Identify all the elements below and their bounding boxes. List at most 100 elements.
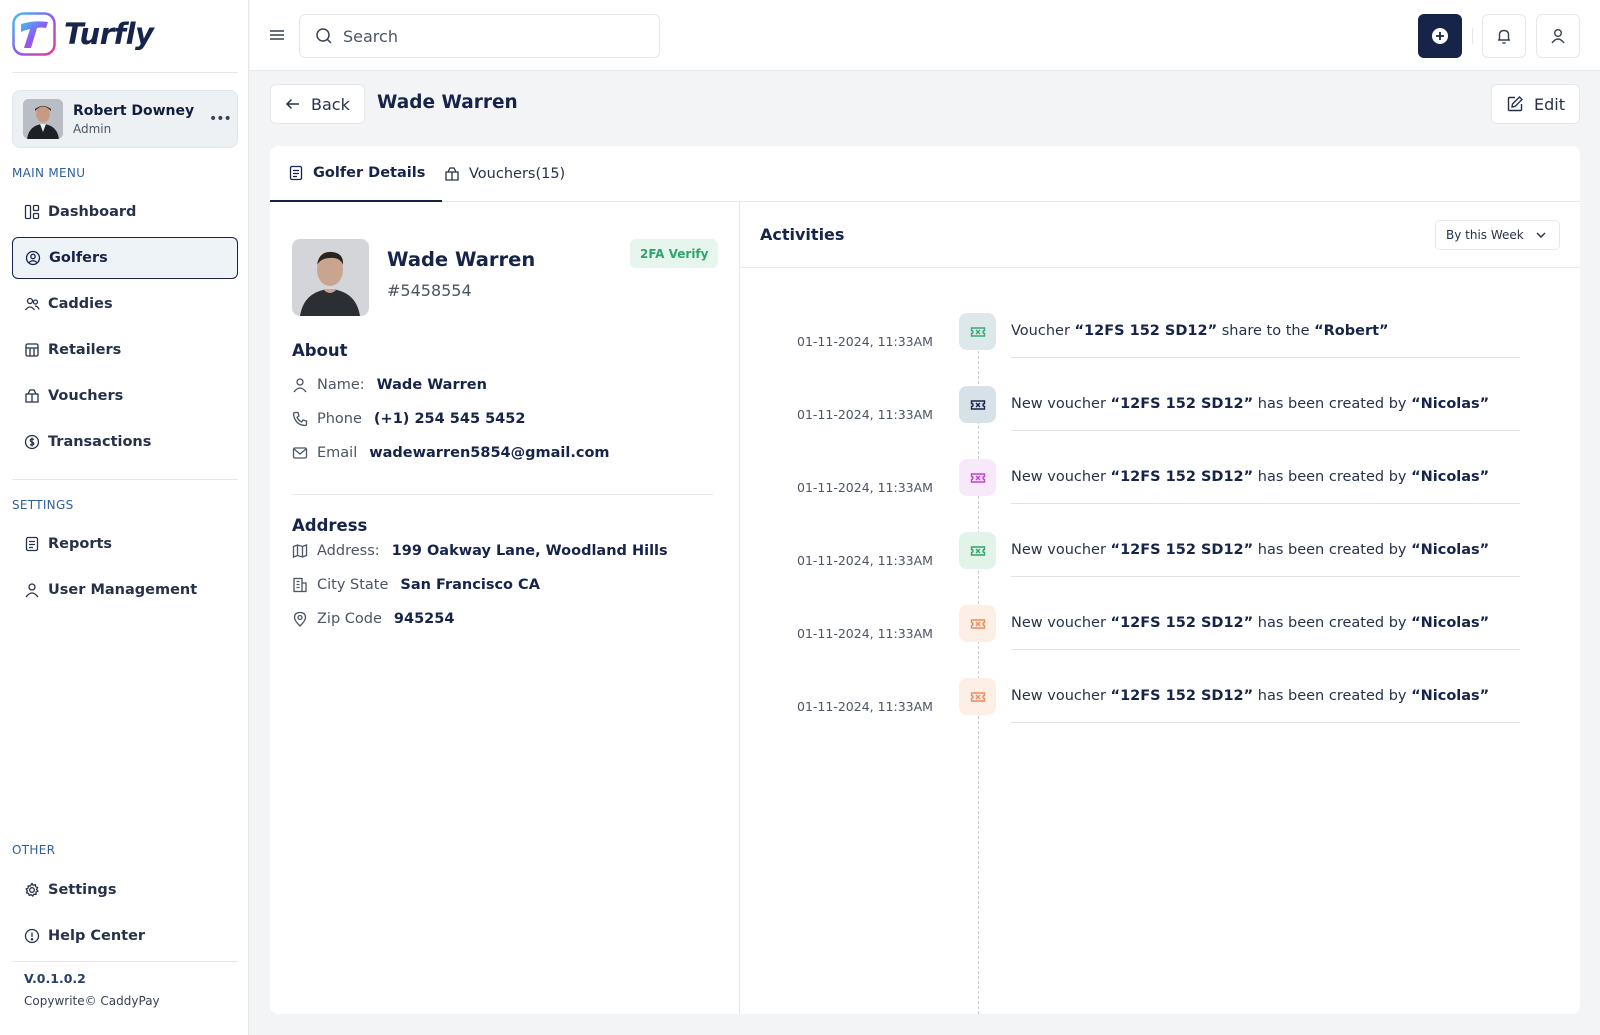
activity-text: has been created by — [1253, 396, 1412, 412]
phone-icon — [292, 411, 308, 427]
brand-logo[interactable]: Turfly — [12, 12, 154, 56]
sidebar-item-label: Help Center — [48, 928, 146, 944]
brand-name: Turfly — [64, 17, 154, 51]
sidebar-item-caddies[interactable]: Caddies — [12, 283, 238, 325]
sidebar-item-vouchers[interactable]: Vouchers — [12, 375, 238, 417]
account-button[interactable] — [1536, 14, 1580, 58]
info-value: (+1) 254 545 5452 — [373, 411, 526, 427]
search-icon — [316, 28, 332, 44]
copyright-text: Copywrite© CaddyPay — [24, 994, 160, 1008]
activity-highlight: “12FS 152 SD12” — [1110, 542, 1254, 558]
voucher-icon — [25, 389, 39, 403]
user-profile-card[interactable]: Robert Downey Admin ••• — [12, 90, 238, 148]
divider — [12, 479, 238, 480]
sidebar-item-dashboard[interactable]: Dashboard — [12, 191, 238, 233]
activity-highlight: “Robert” — [1314, 323, 1389, 339]
sidebar-item-golfers[interactable]: Golfers — [12, 237, 238, 279]
search-box[interactable] — [299, 14, 660, 58]
info-label: Zip Code — [317, 611, 382, 627]
add-button[interactable] — [1418, 14, 1462, 58]
filter-value: By this Week — [1446, 228, 1524, 242]
sidebar-item-settings[interactable]: Settings — [12, 869, 238, 911]
ticket-icon — [970, 472, 985, 483]
topbar — [250, 0, 1600, 71]
app-version: V.0.1.0.2 — [24, 971, 86, 986]
address-title: Address — [292, 516, 368, 535]
activity-highlight: “Nicolas” — [1411, 542, 1490, 558]
back-button[interactable]: Back — [270, 84, 365, 124]
sidebar-item-reports[interactable]: Reports — [12, 523, 238, 565]
sidebar-item-label: Dashboard — [48, 204, 137, 220]
period-filter-select[interactable]: By this Week — [1435, 220, 1560, 250]
activity-highlight: “Nicolas” — [1411, 469, 1490, 485]
activity-highlight: “12FS 152 SD12” — [1110, 688, 1254, 704]
dollar-icon — [24, 434, 40, 450]
tab-vouchers[interactable]: Vouchers(15) — [444, 146, 565, 202]
hamburger-menu-icon[interactable] — [268, 26, 286, 44]
voucher-icon — [445, 167, 459, 181]
about-title: About — [292, 341, 348, 360]
about-name-row: Name: Wade Warren — [292, 377, 487, 393]
activity-icon — [959, 386, 996, 423]
sidebar-item-label: Transactions — [48, 434, 152, 450]
zip-code-row: Zip Code 945254 — [292, 611, 454, 627]
activity-message: New voucher “12FS 152 SD12” has been cre… — [1011, 469, 1489, 485]
sidebar-item-user-management[interactable]: User Management — [12, 569, 238, 611]
activity-underline — [1011, 503, 1520, 504]
address-row: Address: 199 Oakway Lane, Woodland Hills — [292, 543, 668, 559]
tab-golfer-details[interactable]: Golfer Details — [270, 146, 443, 202]
info-label: Name: — [317, 377, 365, 393]
activity-underline — [1011, 576, 1520, 577]
edit-button[interactable]: Edit — [1491, 84, 1580, 124]
activity-timestamp: 01-11-2024, 11:33AM — [797, 553, 933, 568]
sidebar-item-label: Golfers — [49, 250, 108, 266]
arrow-left-icon — [285, 98, 299, 110]
activity-timestamp: 01-11-2024, 11:33AM — [797, 334, 933, 349]
info-value: San Francisco CA — [400, 577, 540, 593]
activity-icon — [959, 313, 996, 350]
sidebar-item-label: Settings — [48, 882, 117, 898]
info-value: 199 Oakway Lane, Woodland Hills — [391, 543, 668, 559]
activity-text: New voucher — [1011, 615, 1111, 631]
activity-highlight: “Nicolas” — [1411, 396, 1490, 412]
sidebar: Turfly Robert Downey Admin ••• MAIN MENU… — [0, 0, 249, 1035]
activity-underline — [1011, 649, 1520, 650]
sidebar-item-label: Reports — [48, 536, 113, 552]
ticket-icon — [970, 618, 985, 629]
sidebar-item-retailers[interactable]: Retailers — [12, 329, 238, 371]
golfer-id: #5458554 — [387, 281, 472, 300]
activity-message: New voucher “12FS 152 SD12” has been cre… — [1011, 396, 1489, 412]
divider — [740, 267, 1580, 268]
activity-text: New voucher — [1011, 396, 1111, 412]
activity-text: has been created by — [1253, 542, 1412, 558]
divider — [12, 72, 238, 73]
tab-bar: Golfer Details Vouchers(15) — [270, 146, 1580, 202]
document-icon — [289, 165, 303, 181]
sidebar-item-help-center[interactable]: Help Center — [12, 915, 238, 957]
divider — [1472, 28, 1473, 44]
more-options-icon[interactable]: ••• — [209, 111, 232, 127]
ticket-icon — [970, 399, 985, 410]
edit-icon — [1507, 96, 1523, 112]
plus-circle-icon — [1432, 28, 1448, 44]
mail-icon — [292, 447, 308, 459]
back-label: Back — [311, 94, 350, 114]
activity-highlight: “Nicolas” — [1411, 615, 1490, 631]
activity-highlight: “12FS 152 SD12” — [1110, 615, 1254, 631]
report-icon — [25, 536, 39, 552]
status-badge: 2FA Verify — [630, 239, 719, 268]
activity-timestamp: 01-11-2024, 11:33AM — [797, 480, 933, 495]
activity-message: New voucher “12FS 152 SD12” has been cre… — [1011, 688, 1489, 704]
search-input[interactable] — [343, 26, 643, 46]
timeline-line — [978, 336, 979, 1014]
notifications-button[interactable] — [1482, 14, 1526, 58]
activity-highlight: “Nicolas” — [1411, 688, 1490, 704]
sidebar-item-label: User Management — [48, 582, 198, 598]
user-name: Robert Downey — [73, 102, 195, 119]
activity-message: New voucher “12FS 152 SD12” has been cre… — [1011, 542, 1489, 558]
sidebar-item-transactions[interactable]: Transactions — [12, 421, 238, 463]
activity-text: New voucher — [1011, 469, 1111, 485]
golfer-card: Golfer Details Vouchers(15) Wade Warren … — [270, 146, 1580, 1014]
activity-icon — [959, 459, 996, 496]
map-icon — [292, 544, 308, 558]
